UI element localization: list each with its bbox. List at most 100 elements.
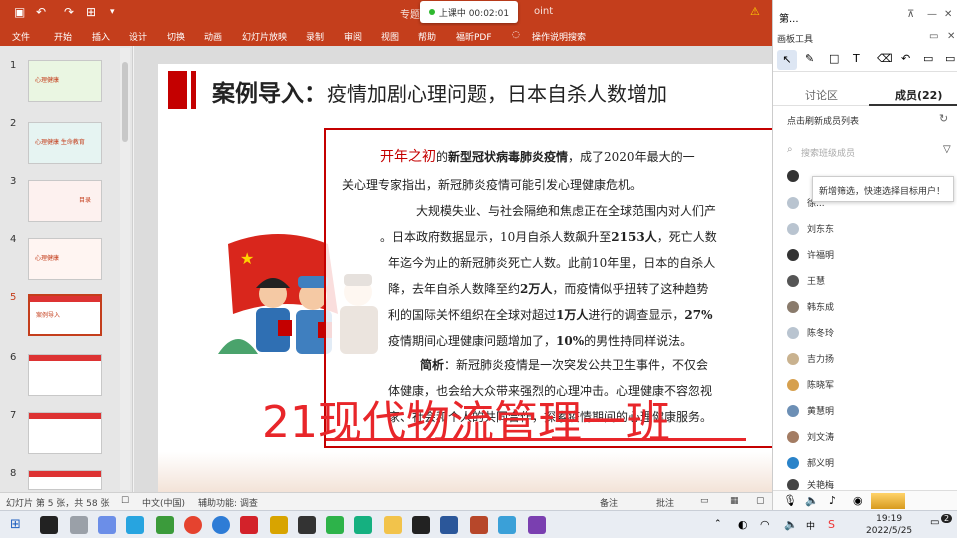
- member-search-input[interactable]: 搜索班级成员: [801, 146, 855, 159]
- scrollbar-handle[interactable]: [122, 62, 128, 142]
- recording-indicator[interactable]: 上课中 00:02:01: [420, 1, 518, 23]
- music-icon[interactable]: ♪: [829, 494, 836, 507]
- undo-icon[interactable]: ↶: [36, 5, 46, 19]
- menu-view[interactable]: 视图: [381, 30, 399, 43]
- spellcheck-icon[interactable]: ☐: [121, 496, 129, 506]
- thumbnails-scrollbar[interactable]: [120, 48, 130, 490]
- member-item[interactable]: 陈晓军: [787, 378, 834, 391]
- menu-animations[interactable]: 动画: [204, 30, 222, 43]
- menu-slideshow[interactable]: 幻灯片放映: [242, 30, 287, 43]
- tab-members[interactable]: 成员(22): [895, 87, 942, 103]
- thumbnail-slide-2[interactable]: 心理健康 生命教育: [28, 122, 102, 164]
- notes-button[interactable]: 备注: [600, 496, 618, 509]
- tab-discussion[interactable]: 讨论区: [805, 87, 838, 103]
- ime-indicator[interactable]: 中: [806, 519, 815, 532]
- save-icon[interactable]: ▣: [14, 5, 25, 19]
- panel-close-icon[interactable]: ✕: [947, 31, 955, 42]
- comments-button[interactable]: 批注: [656, 496, 674, 509]
- member-item[interactable]: 韩东成: [787, 300, 834, 313]
- thumbnail-slide-4[interactable]: 心理健康: [28, 238, 102, 280]
- thumbnail-slide-1[interactable]: 心理健康: [28, 60, 102, 102]
- language-status[interactable]: 中文(中国): [142, 496, 185, 509]
- foxit-icon[interactable]: [240, 516, 258, 534]
- wechat-icon[interactable]: [326, 516, 344, 534]
- rectangle-tool-icon[interactable]: □: [829, 52, 839, 65]
- classroom-app-icon[interactable]: [498, 516, 516, 534]
- capcut-icon[interactable]: [40, 516, 58, 534]
- microphone-icon[interactable]: 🎙: [783, 494, 797, 507]
- member-item[interactable]: 陈冬玲: [787, 326, 834, 339]
- pen-tool-icon[interactable]: ✎: [805, 52, 814, 65]
- member-item[interactable]: 王慧: [787, 274, 825, 287]
- board-tool-icon[interactable]: ▭: [923, 52, 933, 65]
- qq-icon[interactable]: [298, 516, 316, 534]
- redo-icon[interactable]: ↷: [64, 5, 74, 19]
- menu-home[interactable]: 开始: [54, 30, 72, 43]
- speaker-icon[interactable]: 🔈: [805, 494, 819, 507]
- file-explorer-icon[interactable]: [384, 516, 402, 534]
- tencent-meeting-icon[interactable]: [126, 516, 144, 534]
- more-tool-icon[interactable]: ▭: [945, 52, 955, 65]
- accessibility-status[interactable]: 辅助功能: 调查: [198, 496, 258, 509]
- app-icon[interactable]: [98, 516, 116, 534]
- capcut-icon-2[interactable]: [412, 516, 430, 534]
- text-tool-icon[interactable]: T: [853, 52, 860, 65]
- thumbnail-slide-5[interactable]: 案例导入: [28, 294, 102, 336]
- menu-foxit-pdf[interactable]: 福昕PDF: [456, 30, 492, 43]
- chrome-icon[interactable]: [184, 516, 202, 534]
- thumbnail-slide-3[interactable]: 目录: [28, 180, 102, 222]
- slide-canvas[interactable]: 案例导入：疫情加剧心理问题，日本自杀人数增加 ★ 开年之初的新型冠状病毒肺炎疫情…: [158, 64, 772, 492]
- menu-transitions[interactable]: 切换: [167, 30, 185, 43]
- member-item[interactable]: [787, 170, 807, 182]
- normal-view-icon[interactable]: ▭: [700, 496, 709, 506]
- menu-file[interactable]: 文件: [12, 30, 30, 43]
- tray-app-icon[interactable]: ◐: [738, 518, 748, 531]
- menu-review[interactable]: 审阅: [344, 30, 362, 43]
- tell-me-search[interactable]: 操作说明搜索: [532, 30, 586, 43]
- member-item[interactable]: 黄慧明: [787, 404, 834, 417]
- window-icon[interactable]: ▭: [929, 31, 938, 42]
- volume-icon[interactable]: 🔈: [784, 518, 798, 531]
- menu-insert[interactable]: 插入: [92, 30, 110, 43]
- menu-record[interactable]: 录制: [306, 30, 324, 43]
- minimize-icon[interactable]: —: [927, 9, 937, 20]
- refresh-icon[interactable]: ↻: [939, 112, 948, 125]
- menu-help[interactable]: 帮助: [418, 30, 436, 43]
- pointer-tool-icon[interactable]: ↖: [777, 50, 797, 70]
- thumbnail-slide-7[interactable]: [28, 412, 102, 454]
- presenter-icon[interactable]: ⊞: [86, 5, 96, 19]
- thumbnail-slide-6[interactable]: [28, 354, 102, 396]
- filter-icon[interactable]: ▽: [943, 144, 951, 155]
- refresh-roster-link[interactable]: 点击刷新成员列表: [787, 114, 859, 127]
- member-item[interactable]: 郝义明: [787, 456, 834, 469]
- system-clock[interactable]: 19:19 2022/5/25: [866, 513, 912, 537]
- app-yellow-icon[interactable]: [270, 516, 288, 534]
- video-player-icon[interactable]: [156, 516, 174, 534]
- task-view-icon[interactable]: [70, 516, 88, 534]
- thumbnail-slide-8[interactable]: [28, 470, 102, 490]
- member-item[interactable]: 刘东东: [787, 222, 834, 235]
- sorter-view-icon[interactable]: ▦: [730, 496, 739, 506]
- sogou-ime-icon[interactable]: S: [828, 518, 835, 531]
- member-item[interactable]: 吉力扬: [787, 352, 834, 365]
- member-item[interactable]: 刘文涛: [787, 430, 834, 443]
- member-item[interactable]: 许福明: [787, 248, 834, 261]
- notification-center-icon[interactable]: ▭: [930, 517, 939, 528]
- powerpoint-icon[interactable]: [470, 516, 488, 534]
- sogou-icon[interactable]: [212, 516, 230, 534]
- reading-view-icon[interactable]: ▢: [756, 496, 765, 506]
- tray-chevron-icon[interactable]: ⌃: [714, 519, 722, 529]
- network-icon[interactable]: ◠: [760, 518, 770, 531]
- pen-app-icon[interactable]: [528, 516, 546, 534]
- pin-icon[interactable]: ⊼: [907, 9, 914, 20]
- wechat-work-icon[interactable]: [354, 516, 372, 534]
- camera-icon[interactable]: ◉: [853, 494, 863, 507]
- windows-start-icon[interactable]: ⊞: [10, 517, 21, 532]
- undo-tool-icon[interactable]: ↶: [901, 52, 910, 65]
- para-text: ，而疫情似乎扭转了这种趋势: [552, 282, 709, 296]
- menu-design[interactable]: 设计: [129, 30, 147, 43]
- close-icon[interactable]: ✕: [944, 9, 952, 20]
- eraser-tool-icon[interactable]: ⌫: [877, 52, 893, 65]
- word-icon[interactable]: [440, 516, 458, 534]
- customize-chevron-icon[interactable]: ▾: [110, 7, 115, 17]
